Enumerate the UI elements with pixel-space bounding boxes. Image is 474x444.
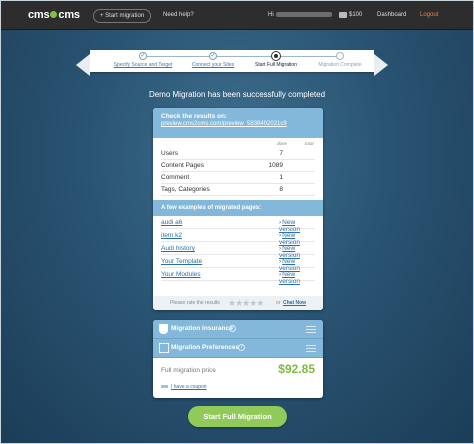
example-page-link[interactable]: Your Template <box>161 258 202 265</box>
example-page-link[interactable]: audi a6 <box>161 219 182 226</box>
stat-row: Comment 1 <box>161 172 315 184</box>
step-check-icon: ✓ <box>209 52 217 60</box>
start-full-migration-button[interactable]: Start Full Migration <box>188 406 287 427</box>
step-check-icon: ✓ <box>139 52 147 60</box>
results-card: Check the results on: preview.cms2cms.co… <box>153 108 323 310</box>
need-help-link[interactable]: Need help? <box>163 12 194 18</box>
success-message: Demo Migration has been successfully com… <box>148 90 326 99</box>
logo-dot-icon <box>50 11 58 18</box>
examples-header: A few examples of migrated pages: <box>153 200 323 216</box>
preferences-icon <box>159 343 169 353</box>
rating-bar: Please rate the results ★★★★★ or Chat No… <box>153 296 323 310</box>
col-done: done <box>277 141 288 146</box>
example-row: audi a6 New version <box>161 216 315 233</box>
example-page-link[interactable]: item k2 <box>161 232 182 239</box>
chat-now-link[interactable]: Chat Now <box>283 300 306 306</box>
new-version-link[interactable]: New version <box>279 271 315 285</box>
col-total: total <box>305 141 314 146</box>
migration-steps: ✓ Specify Source and Target ✓ Connect yo… <box>76 50 388 76</box>
cms2cms-logo[interactable]: cms cms <box>28 9 80 21</box>
stat-name: Tags, Categories <box>161 186 210 193</box>
help-icon[interactable]: ? <box>229 325 236 332</box>
insurance-label: Migration Insurance <box>171 325 233 332</box>
step-connect-sites[interactable]: ✓ Connect your Sites <box>178 52 248 68</box>
example-row: Your Modules New version <box>161 268 315 285</box>
account-balance[interactable]: $100 <box>349 12 362 18</box>
stat-row: Users 7 <box>161 148 315 160</box>
price-label: Full migration price <box>161 367 216 374</box>
stat-row: Content Pages 1089 <box>161 160 315 172</box>
stat-done: 8 <box>279 186 283 193</box>
migration-insurance-row[interactable]: Migration Insurance ? <box>153 320 323 339</box>
rate-label: Please rate the results <box>170 300 220 306</box>
stat-name: Users <box>161 150 178 157</box>
logo-text-right: cms <box>58 9 80 21</box>
step-label: Migration Complete <box>318 62 362 68</box>
stat-name: Comment <box>161 174 190 181</box>
greeting-text: Hi <box>268 12 274 18</box>
logo-text-left: cms <box>28 9 50 21</box>
example-row: Your Template New version <box>161 255 315 272</box>
stats-column-headers: done total <box>153 138 323 148</box>
step-pending-icon <box>336 52 344 60</box>
results-header: Check the results on: preview.cms2cms.co… <box>153 108 323 138</box>
hamburger-icon[interactable] <box>306 345 316 352</box>
price-value: $92.85 <box>278 362 315 376</box>
preview-url-link[interactable]: preview.cms2cms.com/preview_5838402021c9 <box>161 121 315 127</box>
pricing-card: Migration Insurance ? Migration Preferen… <box>153 320 323 398</box>
top-navigation: cms cms + Start migration Need help? Hi $… <box>1 1 473 30</box>
logout-link[interactable]: Logout <box>420 12 438 18</box>
step-migration-complete: Migration Complete <box>305 52 375 68</box>
results-title: Check the results on: <box>161 113 228 120</box>
redacted-username <box>275 12 332 17</box>
user-greeting: Hi <box>268 12 332 18</box>
stat-done: 1089 <box>268 162 283 169</box>
step-current-icon <box>272 52 280 60</box>
coupon-link[interactable]: I have a coupon <box>161 384 207 390</box>
migration-preferences-row[interactable]: Migration Preferences ? <box>153 339 323 358</box>
example-page-link[interactable]: Your Modules <box>161 271 201 278</box>
step-label: Start Full Migration <box>255 62 297 68</box>
stat-done: 7 <box>279 150 283 157</box>
wallet-icon <box>339 12 347 18</box>
step-specify-source[interactable]: ✓ Specify Source and Target <box>108 52 178 68</box>
start-migration-button[interactable]: + Start migration <box>93 9 152 23</box>
help-icon[interactable]: ? <box>238 344 245 351</box>
stat-row: Tags, Categories 8 <box>161 184 315 196</box>
price-row: Full migration price $92.85 <box>153 358 323 382</box>
shield-icon <box>159 324 168 334</box>
example-page-link[interactable]: Audi history <box>161 245 195 252</box>
hamburger-icon[interactable] <box>306 326 316 333</box>
step-start-full-migration: Start Full Migration <box>241 52 311 68</box>
star-rating-icon[interactable]: ★★★★★ <box>228 298 264 309</box>
stat-done: 1 <box>279 174 283 181</box>
example-row: item k2 New version <box>161 229 315 246</box>
preferences-label: Migration Preferences <box>171 344 240 351</box>
step-label: Specify Source and Target <box>113 62 173 68</box>
stat-name: Content Pages <box>161 162 205 169</box>
dashboard-link[interactable]: Dashboard <box>377 12 406 18</box>
or-text: or <box>276 300 281 306</box>
step-label: Connect your Sites <box>191 62 235 68</box>
example-row: Audi history New version <box>161 242 315 259</box>
